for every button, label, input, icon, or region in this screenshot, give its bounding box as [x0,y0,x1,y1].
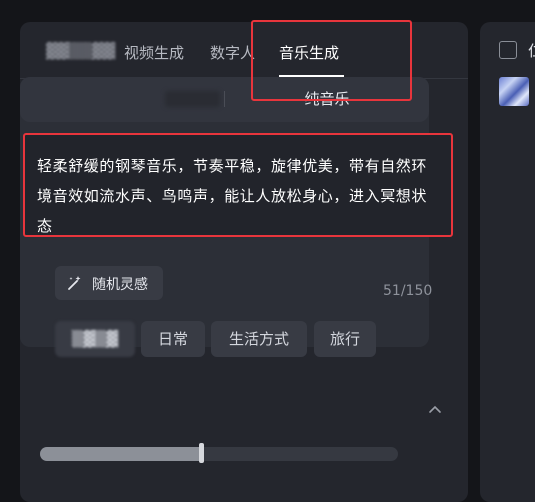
tab-bar: ▓▓▒▒▓▓ 视频生成 数字人 音乐生成 [20,22,468,79]
tab-music-generation[interactable]: 音乐生成 [279,42,339,63]
history-heading: 仁 [528,40,535,61]
prompt-textarea[interactable]: 轻柔舒缓的钢琴音乐，节奏平稳，旋律优美，带有自然环境音效如流水声、鸟鸣声，能让人… [23,133,453,237]
tab-blurred[interactable]: ▓▓▒▒▓▓ [46,42,115,60]
slider-fill [40,447,201,461]
tab-digital-human[interactable]: 数字人 [210,42,255,63]
select-all-checkbox[interactable] [499,41,517,59]
tag-chip-blurred[interactable]: ▒▓▒▓ [55,321,135,357]
random-inspiration-button[interactable]: 随机灵感 [55,266,163,300]
mode-selector: 纯音乐 [20,77,429,122]
mode-option-instrumental[interactable]: 纯音乐 [225,77,429,122]
random-inspiration-label: 随机灵感 [92,277,148,293]
slider-handle[interactable] [199,443,204,463]
tag-chip-lifestyle[interactable]: 生活方式 [211,321,307,357]
magic-wand-icon [68,276,81,290]
tag-chip-daily[interactable]: 日常 [141,321,205,357]
tab-video-generation[interactable]: 视频生成 [124,42,184,63]
tag-chip-travel[interactable]: 旅行 [314,321,376,357]
history-thumbnail[interactable] [499,77,529,106]
blurred-label [165,91,220,107]
mode-option-blurred[interactable] [20,77,224,122]
chevron-up-icon[interactable] [428,404,442,414]
character-count: 51/150 [383,283,433,299]
